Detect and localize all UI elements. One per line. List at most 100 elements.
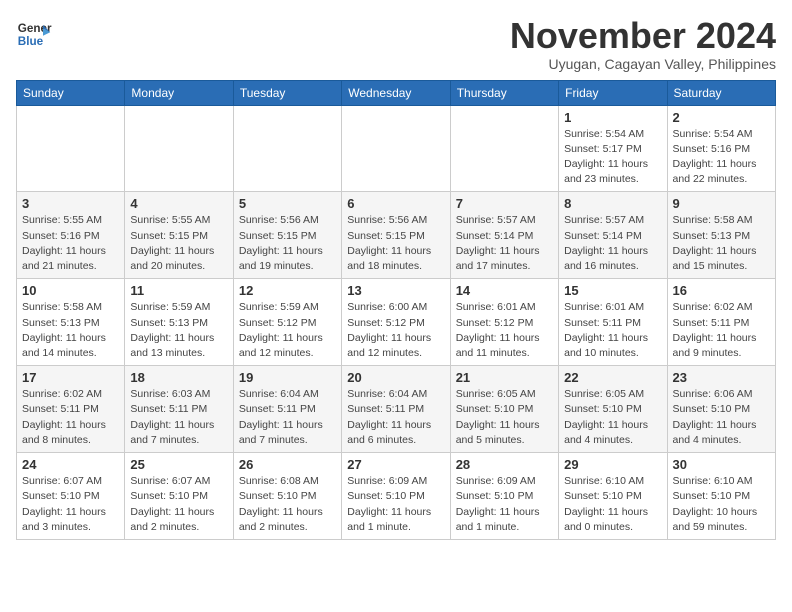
weekday-header-thursday: Thursday	[450, 80, 558, 105]
calendar-cell	[17, 105, 125, 192]
calendar-cell	[450, 105, 558, 192]
day-number: 16	[673, 283, 770, 298]
day-number: 27	[347, 457, 444, 472]
weekday-header-monday: Monday	[125, 80, 233, 105]
location: Uyugan, Cagayan Valley, Philippines	[510, 56, 776, 72]
day-info: Sunrise: 6:04 AMSunset: 5:11 PMDaylight:…	[347, 387, 444, 448]
calendar-week-2: 3 Sunrise: 5:55 AMSunset: 5:16 PMDaylight…	[17, 192, 776, 279]
day-info: Sunrise: 5:59 AMSunset: 5:13 PMDaylight:…	[130, 300, 227, 361]
svg-text:Blue: Blue	[18, 35, 44, 48]
day-info: Sunrise: 6:08 AMSunset: 5:10 PMDaylight:…	[239, 474, 336, 535]
day-number: 18	[130, 370, 227, 385]
weekday-header-row: SundayMondayTuesdayWednesdayThursdayFrid…	[17, 80, 776, 105]
calendar-cell: 13 Sunrise: 6:00 AMSunset: 5:12 PMDayligh…	[342, 279, 450, 366]
calendar-cell: 3 Sunrise: 5:55 AMSunset: 5:16 PMDaylight…	[17, 192, 125, 279]
weekday-header-sunday: Sunday	[17, 80, 125, 105]
day-info: Sunrise: 5:55 AMSunset: 5:16 PMDaylight:…	[22, 213, 119, 274]
day-number: 2	[673, 110, 770, 125]
day-number: 19	[239, 370, 336, 385]
calendar-cell: 4 Sunrise: 5:55 AMSunset: 5:15 PMDaylight…	[125, 192, 233, 279]
title-block: November 2024 Uyugan, Cagayan Valley, Ph…	[510, 16, 776, 72]
calendar-week-5: 24 Sunrise: 6:07 AMSunset: 5:10 PMDayligh…	[17, 453, 776, 540]
calendar-cell: 12 Sunrise: 5:59 AMSunset: 5:12 PMDayligh…	[233, 279, 341, 366]
day-number: 14	[456, 283, 553, 298]
calendar-cell: 27 Sunrise: 6:09 AMSunset: 5:10 PMDayligh…	[342, 453, 450, 540]
calendar-cell	[125, 105, 233, 192]
calendar-week-1: 1Sunrise: 5:54 AMSunset: 5:17 PMDaylight…	[17, 105, 776, 192]
day-number: 13	[347, 283, 444, 298]
calendar-cell: 26 Sunrise: 6:08 AMSunset: 5:10 PMDayligh…	[233, 453, 341, 540]
day-number: 9	[673, 196, 770, 211]
day-number: 24	[22, 457, 119, 472]
day-info: Sunrise: 6:10 AMSunset: 5:10 PMDaylight:…	[564, 474, 661, 535]
day-info: Sunrise: 6:06 AMSunset: 5:10 PMDaylight:…	[673, 387, 770, 448]
calendar-cell: 11Sunrise: 5:59 AMSunset: 5:13 PMDayligh…	[125, 279, 233, 366]
day-info: Sunrise: 6:09 AMSunset: 5:10 PMDaylight:…	[347, 474, 444, 535]
day-info: Sunrise: 5:58 AMSunset: 5:13 PMDaylight:…	[673, 213, 770, 274]
calendar-cell: 14 Sunrise: 6:01 AMSunset: 5:12 PMDayligh…	[450, 279, 558, 366]
day-info: Sunrise: 6:01 AMSunset: 5:12 PMDaylight:…	[456, 300, 553, 361]
day-info: Sunrise: 6:00 AMSunset: 5:12 PMDaylight:…	[347, 300, 444, 361]
calendar-cell: 21 Sunrise: 6:05 AMSunset: 5:10 PMDayligh…	[450, 366, 558, 453]
day-info: Sunrise: 5:57 AMSunset: 5:14 PMDaylight:…	[456, 213, 553, 274]
calendar-cell: 15Sunrise: 6:01 AMSunset: 5:11 PMDayligh…	[559, 279, 667, 366]
weekday-header-friday: Friday	[559, 80, 667, 105]
day-info: Sunrise: 6:05 AMSunset: 5:10 PMDaylight:…	[564, 387, 661, 448]
calendar-cell: 9 Sunrise: 5:58 AMSunset: 5:13 PMDaylight…	[667, 192, 775, 279]
day-info: Sunrise: 6:09 AMSunset: 5:10 PMDaylight:…	[456, 474, 553, 535]
calendar-cell: 23 Sunrise: 6:06 AMSunset: 5:10 PMDayligh…	[667, 366, 775, 453]
calendar-week-4: 17Sunrise: 6:02 AMSunset: 5:11 PMDayligh…	[17, 366, 776, 453]
day-info: Sunrise: 5:55 AMSunset: 5:15 PMDaylight:…	[130, 213, 227, 274]
day-number: 5	[239, 196, 336, 211]
weekday-header-saturday: Saturday	[667, 80, 775, 105]
day-info: Sunrise: 6:07 AMSunset: 5:10 PMDaylight:…	[130, 474, 227, 535]
day-number: 12	[239, 283, 336, 298]
calendar-cell: 28Sunrise: 6:09 AMSunset: 5:10 PMDayligh…	[450, 453, 558, 540]
logo: General Blue	[16, 16, 52, 52]
day-number: 21	[456, 370, 553, 385]
day-number: 8	[564, 196, 661, 211]
day-number: 7	[456, 196, 553, 211]
calendar-cell: 29Sunrise: 6:10 AMSunset: 5:10 PMDayligh…	[559, 453, 667, 540]
day-number: 26	[239, 457, 336, 472]
day-number: 3	[22, 196, 119, 211]
calendar-cell: 17Sunrise: 6:02 AMSunset: 5:11 PMDayligh…	[17, 366, 125, 453]
calendar-cell: 30 Sunrise: 6:10 AMSunset: 5:10 PMDayligh…	[667, 453, 775, 540]
calendar-table: SundayMondayTuesdayWednesdayThursdayFrid…	[16, 80, 776, 540]
calendar-cell: 18Sunrise: 6:03 AMSunset: 5:11 PMDayligh…	[125, 366, 233, 453]
day-number: 25	[130, 457, 227, 472]
day-number: 30	[673, 457, 770, 472]
day-number: 4	[130, 196, 227, 211]
page-header: General Blue November 2024 Uyugan, Cagay…	[16, 16, 776, 72]
calendar-cell: 19 Sunrise: 6:04 AMSunset: 5:11 PMDayligh…	[233, 366, 341, 453]
day-info: Sunrise: 6:02 AMSunset: 5:11 PMDaylight:…	[673, 300, 770, 361]
calendar-cell: 1Sunrise: 5:54 AMSunset: 5:17 PMDaylight…	[559, 105, 667, 192]
logo-icon: General Blue	[16, 16, 52, 52]
calendar-cell: 20 Sunrise: 6:04 AMSunset: 5:11 PMDayligh…	[342, 366, 450, 453]
day-info: Sunrise: 6:02 AMSunset: 5:11 PMDaylight:…	[22, 387, 119, 448]
calendar-cell: 25 Sunrise: 6:07 AMSunset: 5:10 PMDayligh…	[125, 453, 233, 540]
calendar-cell: 5 Sunrise: 5:56 AMSunset: 5:15 PMDaylight…	[233, 192, 341, 279]
weekday-header-wednesday: Wednesday	[342, 80, 450, 105]
calendar-cell: 24 Sunrise: 6:07 AMSunset: 5:10 PMDayligh…	[17, 453, 125, 540]
calendar-week-3: 10Sunrise: 5:58 AMSunset: 5:13 PMDayligh…	[17, 279, 776, 366]
day-number: 20	[347, 370, 444, 385]
day-info: Sunrise: 5:56 AMSunset: 5:15 PMDaylight:…	[239, 213, 336, 274]
day-info: Sunrise: 6:10 AMSunset: 5:10 PMDaylight:…	[673, 474, 770, 535]
day-number: 23	[673, 370, 770, 385]
day-info: Sunrise: 5:59 AMSunset: 5:12 PMDaylight:…	[239, 300, 336, 361]
day-info: Sunrise: 5:54 AMSunset: 5:16 PMDaylight:…	[673, 127, 770, 188]
day-info: Sunrise: 6:01 AMSunset: 5:11 PMDaylight:…	[564, 300, 661, 361]
calendar-cell	[342, 105, 450, 192]
day-info: Sunrise: 5:58 AMSunset: 5:13 PMDaylight:…	[22, 300, 119, 361]
day-number: 6	[347, 196, 444, 211]
day-info: Sunrise: 6:07 AMSunset: 5:10 PMDaylight:…	[22, 474, 119, 535]
calendar-cell: 16 Sunrise: 6:02 AMSunset: 5:11 PMDayligh…	[667, 279, 775, 366]
day-number: 1	[564, 110, 661, 125]
day-info: Sunrise: 6:05 AMSunset: 5:10 PMDaylight:…	[456, 387, 553, 448]
calendar-cell: 6Sunrise: 5:56 AMSunset: 5:15 PMDaylight…	[342, 192, 450, 279]
day-info: Sunrise: 6:04 AMSunset: 5:11 PMDaylight:…	[239, 387, 336, 448]
calendar-cell: 10Sunrise: 5:58 AMSunset: 5:13 PMDayligh…	[17, 279, 125, 366]
month-title: November 2024	[510, 16, 776, 56]
calendar-cell: 22Sunrise: 6:05 AMSunset: 5:10 PMDayligh…	[559, 366, 667, 453]
